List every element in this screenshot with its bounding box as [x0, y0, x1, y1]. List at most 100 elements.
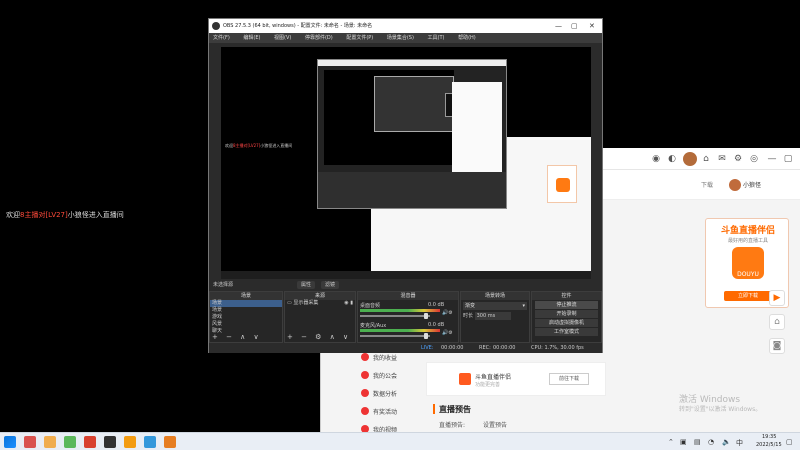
preview-douyu-icon [556, 178, 570, 192]
nested-obs-window [317, 59, 507, 209]
virtual-camera-button[interactable]: 启动虚拟摄像机 [535, 319, 598, 327]
cpu-fps: CPU: 1.7%, 30.00 fps [531, 345, 584, 351]
message-icon[interactable]: ◉ [651, 154, 661, 164]
network-icon[interactable]: ▤ [694, 438, 701, 446]
card-title: 斗鱼直播伴侣 [475, 374, 512, 381]
download-card: 斗鱼直播伴侣 功能更完善 前往下载 [426, 362, 606, 396]
notification-icon[interactable]: ▢ [786, 438, 793, 446]
section-title: 直播预告 [439, 405, 471, 414]
duration-row: 时长 300 ms [463, 312, 527, 320]
app-icon[interactable] [144, 436, 156, 448]
menu-edit[interactable]: 编辑(E) [243, 35, 260, 41]
menu-help[interactable]: 帮助(H) [458, 35, 476, 41]
sources-header: 来源 [285, 292, 355, 300]
menu-item[interactable]: 我的公会 [361, 366, 421, 384]
menu-item[interactable]: 数据分析 [361, 384, 421, 402]
minimize-icon[interactable]: — [767, 154, 777, 164]
menu-profile[interactable]: 配置文件(P) [346, 35, 373, 41]
stop-streaming-button[interactable]: 停止推流 [535, 301, 598, 309]
duration-label: 时长 [463, 313, 474, 319]
desktop-audio-slider[interactable] [360, 315, 430, 317]
scene-item[interactable]: 风景 [210, 321, 282, 328]
close-icon[interactable]: ✕ [589, 19, 595, 33]
tab-preview[interactable]: 直播预告: [439, 422, 465, 429]
ime-icon[interactable]: 中 [736, 438, 743, 448]
app-icon[interactable] [84, 436, 96, 448]
scene-item[interactable]: 游戏 [210, 314, 282, 321]
xbox-icon[interactable] [64, 436, 76, 448]
play-icon[interactable]: ▶ [769, 290, 785, 306]
preview-chat-text: 欢迎8主播对[LV27]小狼怪进入直播间 [225, 143, 293, 148]
windows-start-icon[interactable] [4, 436, 16, 448]
transition-select[interactable]: 渐变 ▾ [463, 302, 527, 310]
scene-item[interactable]: 场景 [210, 307, 282, 314]
app-icon[interactable] [44, 436, 56, 448]
live-time: 00:00:00 [441, 345, 464, 351]
clock-time[interactable]: 19:35 [762, 434, 776, 440]
mic-audio-slider[interactable] [360, 335, 430, 337]
obs-statusbar: LIVE: 00:00:00 REC: 00:00:00 CPU: 1.7%, … [209, 344, 602, 353]
app-icon[interactable] [164, 436, 176, 448]
transitions-dock: 场景转场 渐变 ▾ 时长 300 ms [460, 291, 530, 343]
restore-icon[interactable]: ▢ [783, 154, 793, 164]
chevron-up-icon[interactable]: ⌃ [668, 438, 674, 446]
avatar[interactable] [683, 152, 697, 166]
user-avatar[interactable] [729, 179, 741, 191]
gear-icon[interactable]: ⚙ [733, 154, 743, 164]
visibility-icon[interactable]: ◉ ▮ [344, 300, 353, 307]
go-download-button[interactable]: 前往下载 [549, 373, 589, 385]
scenes-toolbar[interactable]: + − ∧ ∨ [212, 333, 262, 341]
tab-set-preview[interactable]: 设置预告 [483, 422, 507, 429]
maximize-icon[interactable]: ▢ [571, 19, 578, 33]
preview-taskbar [221, 271, 591, 279]
gift-icon[interactable]: ✉ [717, 154, 727, 164]
promo-download-button[interactable]: 立即下载 [724, 291, 772, 301]
chevron-down-icon: ▾ [522, 303, 525, 309]
sources-toolbar[interactable]: + − ⚙ ∧ ∨ [287, 333, 351, 341]
source-item[interactable]: ▭ 显示器采集 ◉ ▮ [285, 300, 355, 307]
wifi-icon[interactable]: ◔ [708, 438, 714, 446]
scenes-dock: 场景 场景 场景 游戏 风景 聊天 + − ∧ ∨ [209, 291, 283, 343]
volume-icon[interactable]: 🔈 [722, 438, 731, 446]
nested-preview [324, 70, 485, 165]
clock-date[interactable]: 2022/5/15 [756, 442, 782, 448]
app-icon[interactable] [24, 436, 36, 448]
menu-file[interactable]: 文件(F) [213, 35, 230, 41]
studio-mode-button[interactable]: 工作室模式 [535, 328, 598, 336]
controls-header: 控件 [532, 292, 601, 300]
app-icon[interactable] [124, 436, 136, 448]
duration-input[interactable]: 300 ms [474, 312, 511, 320]
start-recording-button[interactable]: 开始录制 [535, 310, 598, 318]
promo-subtitle: 最好用的直播工具 [727, 238, 768, 244]
side-menu: 我的收益 我的公会 数据分析 有奖活动 我的视频 [361, 348, 421, 438]
obs-preview-canvas[interactable]: 欢迎8主播对[LV27]小狼怪进入直播间 [221, 47, 591, 279]
menu-tools[interactable]: 工具(T) [428, 35, 445, 41]
speaker-icon[interactable]: 🔊⚙ [442, 310, 453, 316]
menu-dot-icon [361, 389, 369, 397]
game-icon[interactable]: ◐ [667, 154, 677, 164]
activate-windows-sub: 转到"设置"以激活 Windows。 [679, 406, 762, 413]
menu-scene-collection[interactable]: 场景集合(S) [387, 35, 414, 41]
properties-button[interactable]: 属性 [297, 281, 316, 289]
tray-app-icon[interactable]: ▣ [680, 438, 687, 446]
preview-promo [547, 165, 577, 203]
filters-button[interactable]: 滤镜 [321, 281, 340, 289]
menu-view[interactable]: 视图(V) [274, 35, 291, 41]
menu-docks[interactable]: 停靠部件(D) [305, 35, 333, 41]
username[interactable]: 小狼怪 [743, 180, 761, 189]
scene-item[interactable]: 场景 [210, 300, 282, 307]
source-toolbar: 未选择源 属性 滤镜 [209, 280, 602, 290]
minimize-icon[interactable]: — [555, 19, 562, 33]
camera-icon[interactable]: ◙ [769, 338, 785, 354]
shirt-icon[interactable]: ⌂ [701, 154, 711, 164]
download-link[interactable]: 下载 [701, 180, 713, 189]
mic-audio-db: 0.0 dB [428, 322, 445, 328]
home-icon[interactable]: ⌂ [769, 314, 785, 330]
menu-item[interactable]: 有奖活动 [361, 402, 421, 420]
desktop-audio-knob[interactable] [424, 313, 428, 319]
nested-webpage [452, 82, 502, 172]
settings-icon[interactable]: ◎ [749, 154, 759, 164]
speaker-icon[interactable]: 🔊⚙ [442, 330, 453, 336]
mic-audio-knob[interactable] [424, 333, 428, 339]
obs-icon[interactable] [104, 436, 116, 448]
